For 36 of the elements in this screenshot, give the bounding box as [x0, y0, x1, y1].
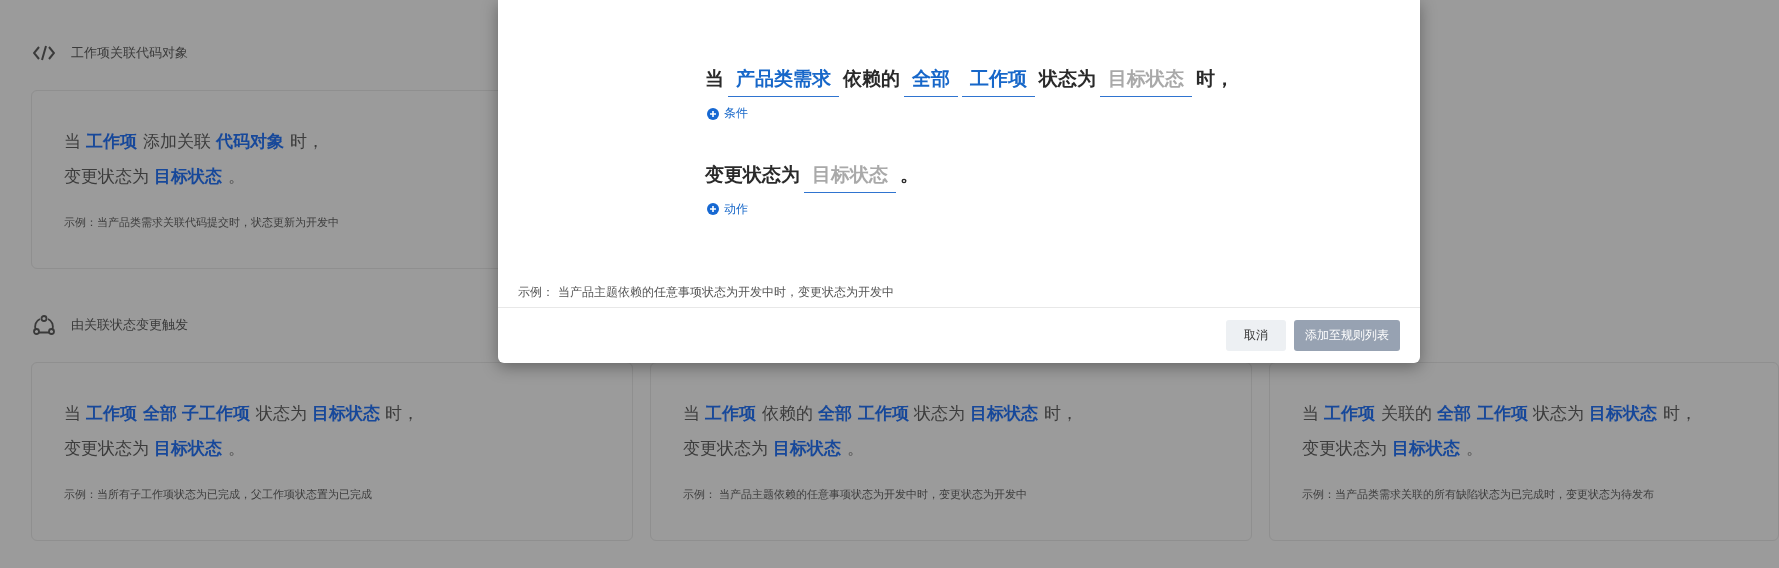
select-field[interactable]: 全部	[904, 66, 958, 97]
sentence-text: 状态为	[1039, 66, 1096, 91]
select-field[interactable]: 产品类需求	[728, 66, 839, 97]
rule-example: 示例：当所有子工作项状态为已完成，父工作项状态置为已完成	[64, 487, 372, 502]
rule-card[interactable]: 当 工作项 依赖的 全部 工作项 状态为 目标状态 时， 变更状态为 目标状态 。 示例： 当产品主题依赖的任意事项状态为开发中时，变更状态为开发中	[650, 362, 1252, 541]
select-field[interactable]: 目标状态	[804, 161, 896, 193]
code-icon	[33, 45, 55, 61]
rule-action: 变更状态为 目标状态 。	[683, 437, 864, 460]
rule-condition: 当 工作项 依赖的 全部 工作项 状态为 目标状态 时，	[683, 402, 1078, 425]
plus-circle-icon	[707, 203, 719, 215]
plus-circle-icon	[707, 107, 719, 120]
rule-condition: 当 工作项 关联的 全部 工作项 状态为 目标状态 时，	[1302, 402, 1697, 425]
sentence-text: 当	[705, 66, 724, 91]
rule-card[interactable]: 当 工作项 关联的 全部 工作项 状态为 目标状态 时， 变更状态为 目标状态 。 示例：当产品类需求关联的所有缺陷状态为已完成时，变更状态为待发布	[1269, 362, 1779, 541]
section-title: 由关联状态变更触发	[71, 316, 188, 334]
rule-card[interactable]: 当 工作项 全部 子工作项 状态为 目标状态 时， 变更状态为 目标状态 。 示例：当所有子工作项状态为已完成，父工作项状态置为已完成	[31, 362, 633, 541]
rule-action: 变更状态为 目标状态 。	[64, 437, 245, 460]
add-condition-link[interactable]: 条件	[707, 105, 748, 122]
rule-example: 示例： 当产品主题依赖的任意事项状态为开发中时，变更状态为开发中	[683, 487, 1028, 502]
cancel-button[interactable]: 取消	[1226, 320, 1286, 351]
example-text: 示例： 当产品主题依赖的任意事项状态为开发中时，变更状态为开发中	[517, 284, 895, 301]
sentence-text: 变更状态为	[705, 161, 800, 187]
section-title: 工作项关联代码对象	[71, 44, 188, 62]
rule-action: 变更状态为 目标状态 。	[64, 165, 245, 188]
rule-example: 示例：当产品类需求关联的所有缺陷状态为已完成时，变更状态为待发布	[1302, 487, 1654, 502]
select-field[interactable]: 目标状态	[1100, 66, 1192, 97]
sentence-text: 依赖的	[843, 66, 900, 91]
sentence-text: 时，	[1196, 66, 1234, 91]
nodes-icon	[33, 315, 55, 335]
rule-condition: 当 工作项 全部 子工作项 状态为 目标状态 时，	[64, 402, 420, 425]
rule-condition: 当 工作项 添加关联 代码对象 时，	[64, 130, 324, 153]
select-field[interactable]: 工作项	[962, 66, 1035, 97]
add-action-link[interactable]: 动作	[707, 200, 748, 218]
rule-action: 变更状态为 目标状态 。	[1302, 437, 1483, 460]
sentence-text: 。	[900, 161, 919, 187]
rule-example: 示例：当产品类需求关联代码提交时，状态更新为开发中	[64, 215, 339, 230]
